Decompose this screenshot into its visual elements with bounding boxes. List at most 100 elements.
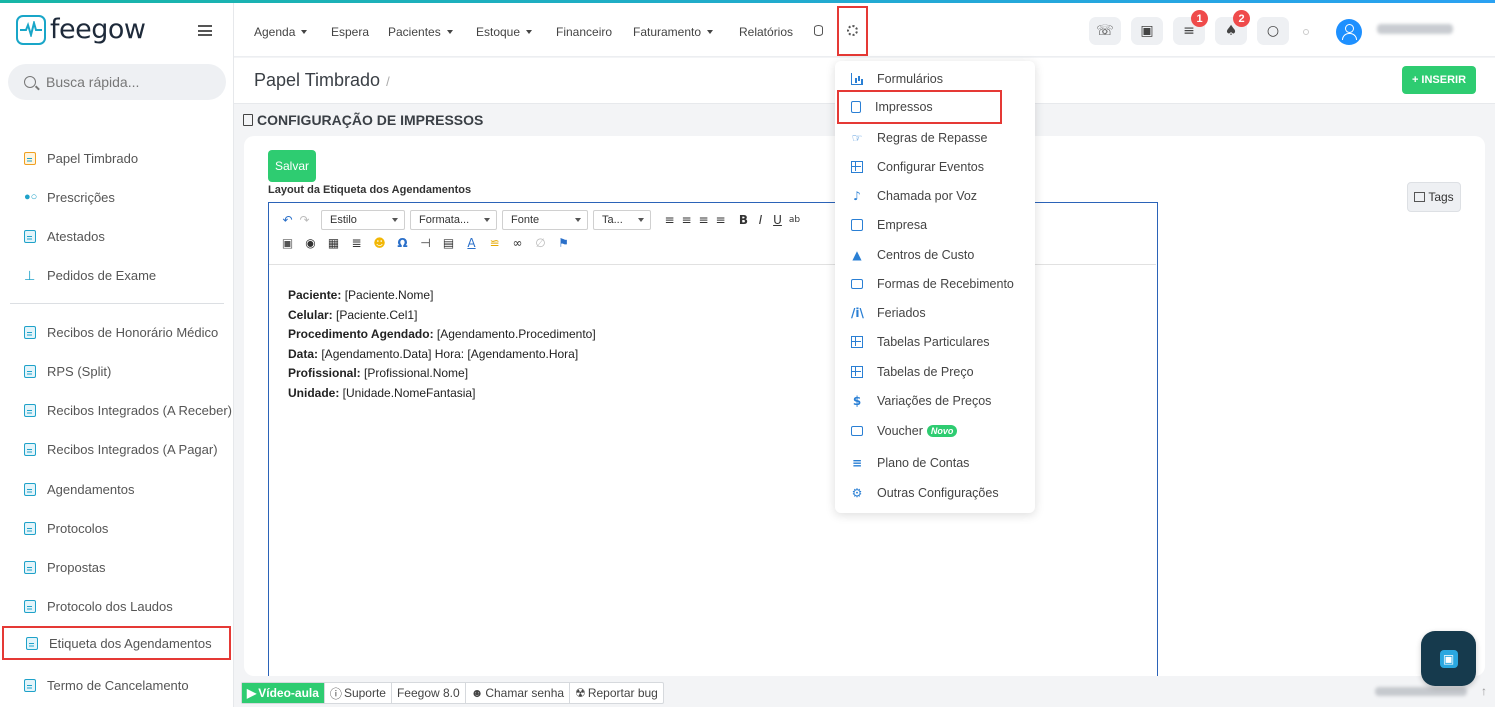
bold-icon[interactable]: B bbox=[735, 213, 752, 227]
sidebar-item-etiqueta-agendamentos[interactable]: Etiqueta dos Agendamentos bbox=[2, 626, 231, 660]
align-justify-icon[interactable]: ≡ bbox=[712, 213, 729, 227]
video-lesson-button[interactable]: ▶ Vídeo-aula bbox=[242, 683, 325, 703]
menu-item-empresa[interactable]: Empresa bbox=[835, 213, 1035, 237]
tags-button[interactable]: Tags bbox=[1407, 182, 1461, 212]
menu-item-regras-repasse[interactable]: ☞ Regras de Repasse bbox=[835, 126, 1035, 150]
content-value: [Paciente.Cel1] bbox=[332, 307, 418, 322]
sidebar-item-recibos-honorario[interactable]: Recibos de Honorário Médico bbox=[0, 319, 234, 345]
sidebar-item-pedidos-exame[interactable]: ⊥ Pedidos de Exame bbox=[0, 262, 234, 288]
settings-button[interactable] bbox=[837, 6, 868, 56]
scroll-top-icon[interactable]: ↑ bbox=[1481, 684, 1487, 698]
breadcrumb-separator: / bbox=[386, 74, 390, 89]
redo-icon[interactable]: ↷ bbox=[296, 213, 313, 227]
sidebar-item-atestados[interactable]: Atestados bbox=[0, 223, 234, 249]
align-left-icon[interactable]: ≡ bbox=[661, 213, 678, 227]
page-break-icon[interactable]: ⊣ bbox=[417, 236, 434, 250]
content-line: Procedimento Agendado: [Agendamento.Proc… bbox=[288, 325, 596, 345]
nav-estoque[interactable]: Estoque bbox=[476, 25, 533, 39]
search-placeholder: Busca rápida... bbox=[46, 74, 140, 90]
sidebar-item-recibos-pagar[interactable]: Recibos Integrados (A Pagar) bbox=[0, 436, 234, 462]
sidebar-item-label: Atestados bbox=[47, 228, 105, 244]
save-button[interactable]: Salvar bbox=[268, 150, 316, 182]
sidebar-item-termo-cancelamento[interactable]: Termo de Cancelamento bbox=[0, 672, 234, 698]
call-ticket-button[interactable]: ☻ Chamar senha bbox=[466, 683, 571, 703]
nav-relatorios[interactable]: Relatórios bbox=[739, 25, 793, 39]
nav-faturamento[interactable]: Faturamento bbox=[633, 25, 714, 39]
sidebar-item-prescricoes[interactable]: ●○ Prescrições bbox=[0, 184, 234, 210]
spellcheck-icon[interactable]: ≌ bbox=[486, 236, 503, 250]
quick-search-input[interactable]: Busca rápida... bbox=[8, 64, 226, 100]
support-button[interactable]: ⓘ Suporte bbox=[325, 683, 392, 703]
sidebar: feegow Busca rápida... Papel Timbrado ●○… bbox=[0, 3, 234, 707]
sidebar-item-label: Recibos Integrados (A Receber) bbox=[47, 402, 232, 418]
undo-icon[interactable]: ↶ bbox=[279, 213, 296, 227]
avatar[interactable] bbox=[1336, 19, 1362, 45]
report-bug-button[interactable]: ☢ Reportar bug bbox=[570, 683, 663, 703]
unlink-icon[interactable]: ∅ bbox=[532, 236, 549, 250]
menu-item-voucher[interactable]: Voucher Novo bbox=[835, 419, 1035, 443]
template-icon[interactable]: ▤ bbox=[440, 236, 457, 250]
nav-label: Espera bbox=[331, 25, 370, 39]
chat-button[interactable]: ○ bbox=[1257, 17, 1289, 45]
menu-item-formas-recebimento[interactable]: Formas de Recebimento bbox=[835, 272, 1035, 296]
align-center-icon[interactable]: ≡ bbox=[678, 213, 695, 227]
table-icon[interactable]: ▦ bbox=[325, 236, 342, 250]
nav-pacientes[interactable]: Pacientes bbox=[388, 25, 453, 39]
strikethrough-icon[interactable]: ab bbox=[786, 215, 803, 225]
sidebar-item-propostas[interactable]: Propostas bbox=[0, 554, 234, 580]
underline-icon[interactable]: U bbox=[769, 213, 786, 227]
menu-item-outras-configuracoes[interactable]: ⚙ Outras Configurações bbox=[835, 481, 1035, 505]
sidebar-item-rps-split[interactable]: RPS (Split) bbox=[0, 358, 234, 384]
nav-espera[interactable]: Espera bbox=[331, 25, 369, 39]
content-key: Unidade: bbox=[288, 385, 340, 400]
inbox-button[interactable]: ▣ bbox=[1131, 17, 1163, 45]
smiley-icon[interactable]: ☻ bbox=[371, 236, 388, 250]
user-name-blurred[interactable] bbox=[1377, 24, 1453, 34]
caret-down-icon bbox=[446, 30, 453, 34]
special-char-icon[interactable]: Ω bbox=[394, 236, 411, 250]
size-select[interactable]: Ta... bbox=[593, 210, 651, 230]
italic-icon[interactable]: I bbox=[752, 213, 769, 227]
menu-item-tabelas-preco[interactable]: Tabelas de Preço bbox=[835, 360, 1035, 384]
sidebar-item-agendamentos[interactable]: Agendamentos bbox=[0, 476, 234, 502]
sidebar-item-papel-timbrado[interactable]: Papel Timbrado bbox=[0, 145, 234, 171]
nav-financeiro[interactable]: Financeiro bbox=[556, 25, 612, 39]
sidebar-item-protocolos[interactable]: Protocolos bbox=[0, 515, 234, 541]
menu-item-impressos[interactable]: Impressos bbox=[837, 90, 1002, 124]
tasks-button[interactable]: ≡ 1 bbox=[1173, 10, 1208, 45]
menu-toggle-icon[interactable] bbox=[198, 25, 212, 36]
format-select[interactable]: Formata... bbox=[410, 210, 497, 230]
menu-item-centros-custo[interactable]: ▲ Centros de Custo bbox=[835, 243, 1035, 267]
logo[interactable]: feegow bbox=[16, 14, 146, 45]
menu-item-plano-contas[interactable]: ≡ Plano de Contas bbox=[835, 451, 1035, 475]
align-right-icon[interactable]: ≡ bbox=[695, 213, 712, 227]
menu-item-variacoes-precos[interactable]: $ Variações de Preços bbox=[835, 389, 1035, 413]
anchor-flag-icon[interactable]: ⚑ bbox=[555, 236, 572, 250]
notifications-button[interactable]: ♠ 2 bbox=[1215, 10, 1250, 45]
insert-button[interactable]: + INSERIR bbox=[1402, 66, 1476, 94]
text-color-icon[interactable]: A bbox=[463, 236, 480, 250]
menu-item-configurar-eventos[interactable]: Configurar Eventos bbox=[835, 155, 1035, 179]
menu-item-label: Tabelas Particulares bbox=[877, 335, 990, 349]
document-icon bbox=[851, 101, 861, 113]
content-value: [Unidade.NomeFantasia] bbox=[339, 385, 476, 400]
menu-item-formularios[interactable]: Formulários bbox=[835, 67, 1035, 91]
flask-icon: ⊥ bbox=[24, 267, 36, 283]
sidebar-item-recibos-receber[interactable]: Recibos Integrados (A Receber) bbox=[0, 397, 234, 423]
nav-agenda[interactable]: Agenda bbox=[254, 25, 308, 39]
list-icon[interactable]: ≣ bbox=[348, 236, 365, 250]
database-icon[interactable] bbox=[814, 25, 823, 36]
menu-item-chamada-voz[interactable]: ♪ Chamada por Voz bbox=[835, 184, 1035, 208]
menu-item-feriados[interactable]: /i\ Feriados bbox=[835, 301, 1035, 325]
link-icon[interactable]: ∞ bbox=[509, 236, 526, 250]
menu-item-tabelas-particulares[interactable]: Tabelas Particulares bbox=[835, 330, 1035, 354]
flash-icon[interactable]: ◉ bbox=[302, 236, 319, 250]
editor-content[interactable]: Paciente: [Paciente.Nome] Celular: [Paci… bbox=[288, 286, 596, 403]
phone-button[interactable]: ☏ bbox=[1089, 17, 1121, 45]
sidebar-item-protocolo-laudos[interactable]: Protocolo dos Laudos bbox=[0, 593, 234, 619]
sidebar-item-label: Protocolos bbox=[47, 520, 109, 536]
font-select[interactable]: Fonte bbox=[502, 210, 588, 230]
image-icon[interactable]: ▣ bbox=[279, 236, 296, 250]
style-select[interactable]: Estilo bbox=[321, 210, 405, 230]
floating-action-button[interactable]: ▣ bbox=[1421, 631, 1476, 686]
